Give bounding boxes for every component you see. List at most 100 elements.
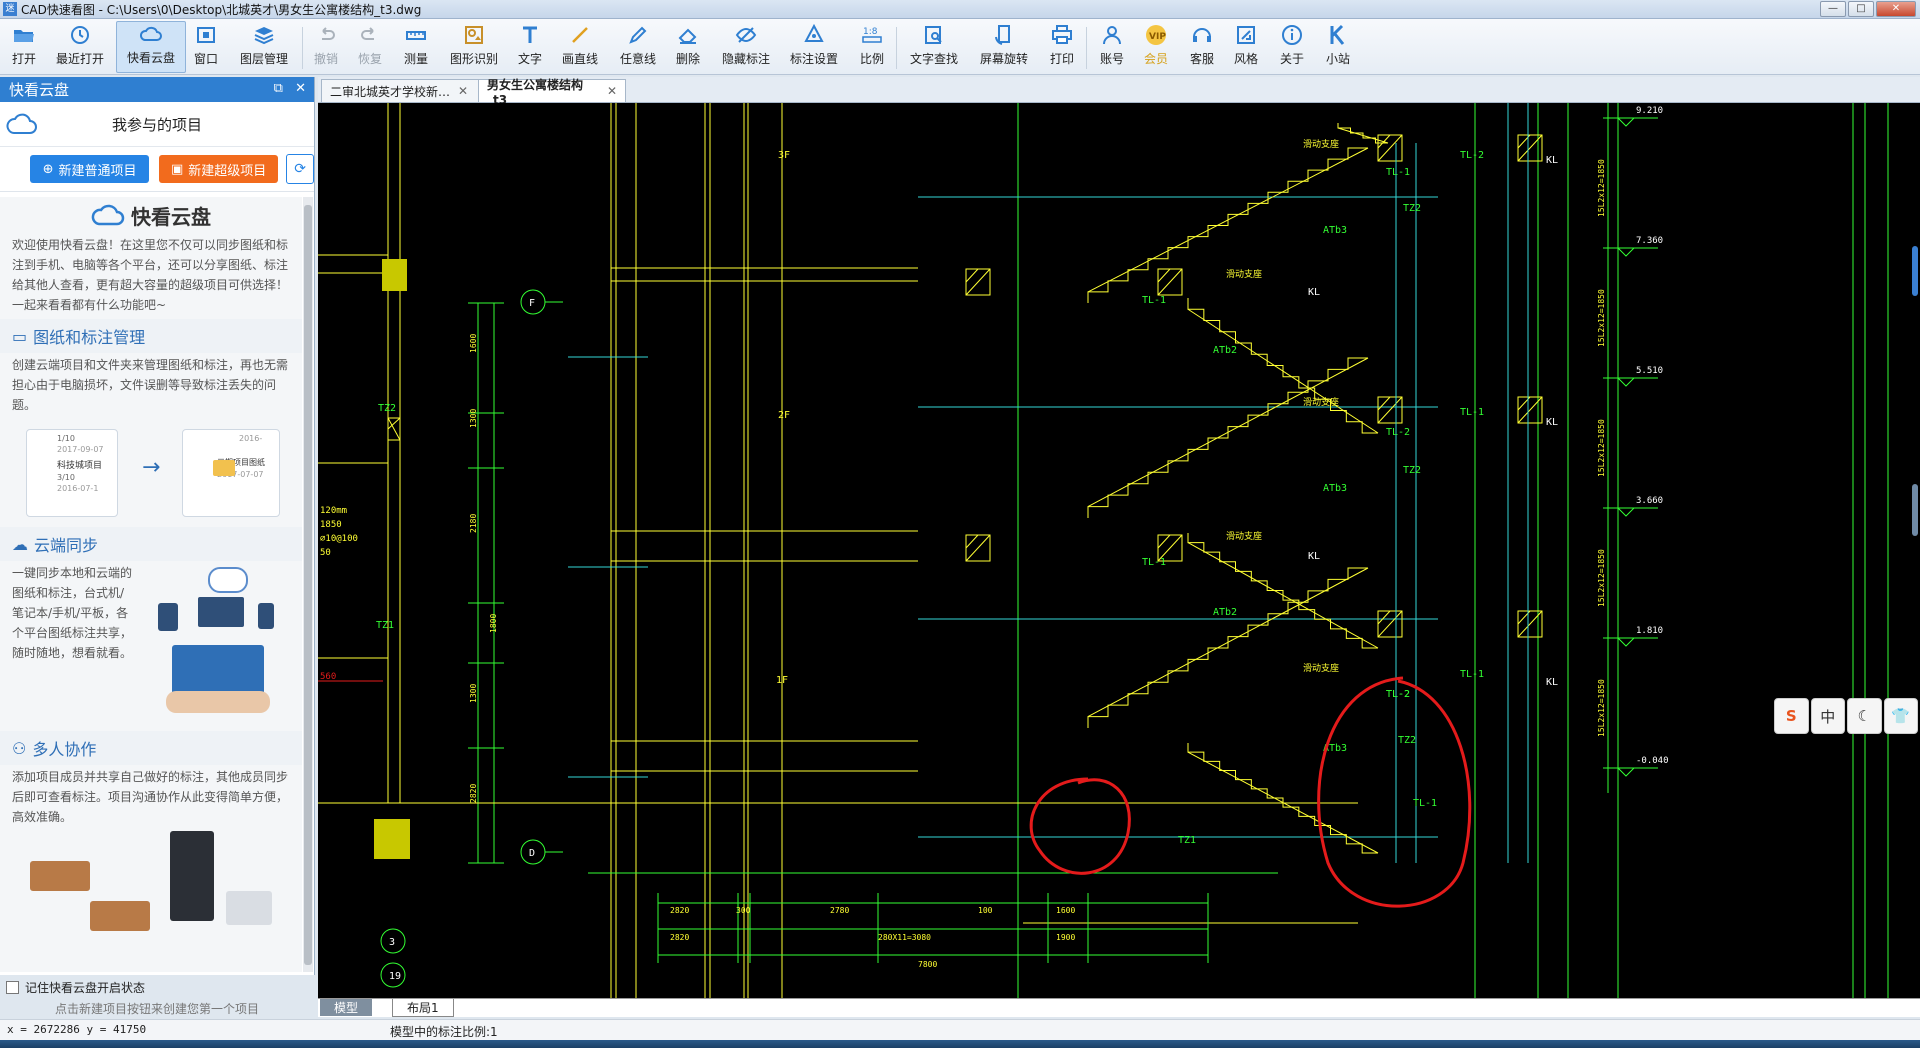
freehand-line-button[interactable]: 任意线: [618, 23, 658, 71]
minimize-icon[interactable]: —: [1820, 1, 1846, 17]
site-label: 小站: [1325, 52, 1350, 66]
hatch-line: [1377, 134, 1391, 149]
brand-label: 快看云盘: [131, 204, 211, 229]
text-button[interactable]: 文字: [516, 23, 544, 71]
panel-hint: 点击新建项目按钮来创建您第一个项目: [54, 1002, 259, 1016]
dimension-text: 2820: [670, 906, 689, 915]
remember-label: 记住快看云盘开启状态: [25, 980, 146, 995]
tab-document-active[interactable]: 男女生公寓楼结构_t3 ✕: [478, 78, 626, 107]
window-button[interactable]: 窗口: [192, 23, 220, 71]
beam-label: TL-2: [1460, 150, 1484, 161]
text-label: 文字: [517, 52, 542, 66]
new-normal-project-button[interactable]: ⊕ 新建普通项目: [30, 155, 150, 183]
print-button[interactable]: 打印: [1048, 23, 1076, 71]
dimension-text: 7800: [918, 960, 937, 969]
rotate-screen-icon: [995, 25, 1010, 45]
ime-chinese-mode[interactable]: 中: [1810, 698, 1845, 734]
draw-line-button[interactable]: 画直线: [560, 23, 600, 71]
column-label: TZ1: [1178, 835, 1196, 846]
text-search-button[interactable]: 文字查找: [906, 23, 962, 71]
panel-scrollbar[interactable]: [303, 197, 313, 972]
scroll-thumb[interactable]: [304, 205, 312, 965]
cloud-disk-button[interactable]: 快看云盘: [116, 21, 186, 73]
printer-icon: [1052, 25, 1072, 44]
annotation-settings-icon: [804, 23, 824, 42]
column-label: TZ2: [1403, 465, 1421, 476]
dimension-text: 15L2x12=1850: [1597, 289, 1606, 347]
section-title-drawings: ▭ 图纸和标注管理: [0, 319, 302, 353]
refresh-icon[interactable]: ⟳: [286, 154, 314, 184]
tab-layout1[interactable]: 布局1: [392, 999, 454, 1017]
status-bar: x = 2672286 y = 41750 模型中的标注比例:1: [0, 1019, 1920, 1040]
support-label: 滑动支座: [1303, 396, 1339, 408]
undo-button[interactable]: 撤销: [312, 23, 340, 71]
close-icon[interactable]: ✕: [1876, 1, 1916, 17]
level-triangle: [1616, 637, 1636, 647]
measure-button[interactable]: 测量: [402, 23, 430, 71]
hide-annotation-button[interactable]: 隐藏标注: [720, 23, 772, 71]
new-super-project-label: 新建超级项目: [188, 163, 267, 179]
level-triangle: [1616, 507, 1636, 517]
site-button[interactable]: 小站: [1324, 23, 1352, 71]
brand-title: 快看云盘: [0, 197, 302, 233]
remember-state-checkbox[interactable]: 记住快看云盘开启状态: [0, 978, 320, 996]
tablet-shape: [158, 603, 178, 631]
redo-button[interactable]: 恢复: [356, 23, 384, 71]
tab-label: 二审北城英才学校新…: [330, 84, 451, 99]
canvas-scroll-marker: [1912, 484, 1918, 536]
sogou-s-icon[interactable]: S: [1774, 698, 1809, 734]
sync-section: 一键同步本地和云端的图纸和标注，台式机/笔记本/手机/平板，各个平台图纸标注共享…: [0, 561, 302, 731]
scale-button[interactable]: 1:8 比例: [858, 23, 886, 71]
plus-icon: ⊕: [42, 161, 54, 177]
tab-document[interactable]: 二审北城英才学校新… ✕: [321, 79, 485, 102]
style-icon: [1237, 26, 1255, 44]
cloud-panel: 快看云盘 ⧉ ✕ 我参与的项目 ⊕ 新建普通项目 ▣ 新建超级项目 ⟳ 快看云盘 欢…: [0, 77, 315, 975]
vip-button[interactable]: VIP 会员: [1142, 23, 1170, 71]
checkbox-box[interactable]: [6, 980, 19, 994]
project-label: 我参与的项目: [111, 115, 202, 134]
axis-label: F: [529, 298, 535, 309]
dimension-text: 300: [736, 906, 751, 915]
moon-icon[interactable]: ☾: [1847, 698, 1882, 734]
column-block: [382, 259, 407, 291]
style-button[interactable]: 风格: [1232, 23, 1260, 71]
layer-manage-button[interactable]: 图层管理: [236, 23, 292, 71]
about-button[interactable]: 关于: [1278, 23, 1306, 71]
toolbar-separator: [302, 27, 303, 69]
cad-drawing[interactable]: 1600 1300 2180 1800 1300 2820 120mm 1850 ⌀10@100…: [318, 103, 1920, 998]
freehand-line-label: 任意线: [619, 52, 656, 66]
tab-close-icon[interactable]: ✕: [458, 84, 468, 98]
stair-label: ATb2: [1213, 345, 1237, 356]
text-search-icon: [925, 26, 942, 44]
panel-float-icon[interactable]: ⧉: [274, 81, 283, 96]
svg-text:VIP: VIP: [1149, 32, 1166, 42]
shape-recognition-button[interactable]: 图形识别: [448, 23, 500, 71]
open-button[interactable]: 打开: [8, 23, 40, 71]
account-button[interactable]: 账号: [1098, 23, 1126, 71]
layers-icon: [254, 27, 274, 45]
customer-service-button[interactable]: 客服: [1188, 23, 1216, 71]
drawings-illustration: 1/10 2017-09-07 科技城项目 3/10 2016-07-1 → 2…: [0, 419, 302, 527]
elevation-text: -0.040: [1636, 756, 1669, 766]
rotate-screen-button[interactable]: 屏幕旋转: [978, 23, 1030, 71]
shirt-icon[interactable]: 👕: [1883, 698, 1918, 734]
scale-label: 比例: [859, 52, 884, 66]
column-label: TZ2: [378, 403, 396, 414]
info-icon: [1282, 25, 1302, 45]
delete-button[interactable]: 删除: [674, 23, 702, 71]
tab-close-icon[interactable]: ✕: [607, 84, 617, 98]
annotation-settings-button[interactable]: 标注设置: [788, 23, 840, 71]
recent-open-button[interactable]: 最近打开: [52, 23, 108, 71]
new-super-project-button[interactable]: ▣ 新建超级项目: [159, 155, 279, 183]
axis-label: 19: [389, 971, 401, 982]
column-label: TZ2: [1403, 203, 1421, 214]
stair-label: ATb3: [1323, 483, 1347, 494]
tab-model[interactable]: 模型: [320, 999, 373, 1016]
desk-shape: [226, 891, 272, 925]
cad-canvas[interactable]: 1600 1300 2180 1800 1300 2820 120mm 1850 ⌀10@100…: [318, 103, 1920, 998]
new-normal-project-label: 新建普通项目: [58, 163, 137, 179]
panel-close-icon[interactable]: ✕: [295, 81, 306, 96]
phone-illustration: 1/10 2017-09-07 科技城项目 3/10 2016-07-1: [26, 429, 118, 517]
project-selector[interactable]: 我参与的项目: [0, 102, 314, 147]
maximize-icon[interactable]: □: [1848, 1, 1874, 17]
